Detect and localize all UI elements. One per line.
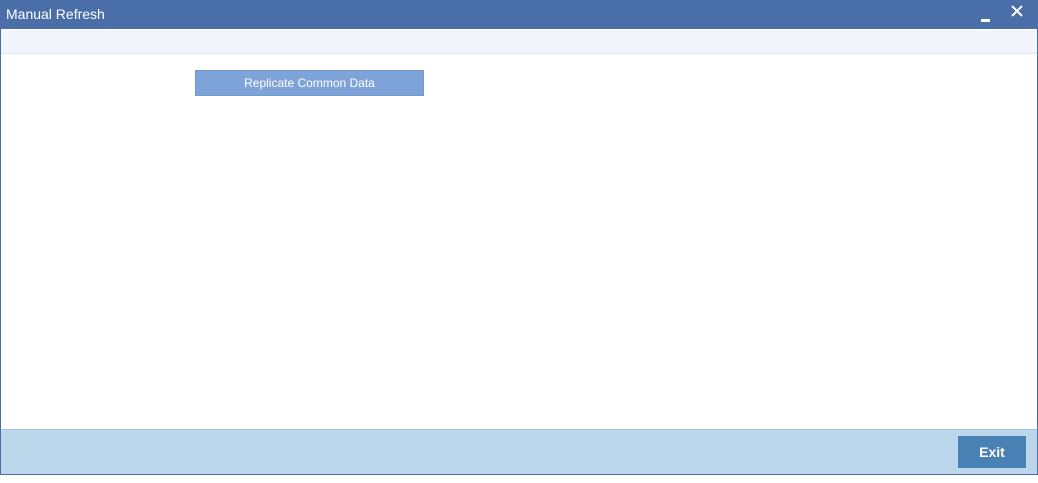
minimize-icon — [981, 19, 990, 22]
close-icon — [1011, 5, 1023, 17]
content-area: Replicate Common Data — [1, 54, 1037, 429]
close-button[interactable] — [1009, 3, 1025, 19]
manual-refresh-window: Manual Refresh Replicate Common Data Exi… — [0, 0, 1038, 475]
title-bar: Manual Refresh — [1, 1, 1037, 29]
toolbar-strip — [1, 30, 1037, 54]
footer-bar: Exit — [1, 429, 1037, 474]
minimize-button[interactable] — [977, 10, 993, 26]
exit-button[interactable]: Exit — [958, 436, 1026, 468]
window-title: Manual Refresh — [6, 6, 105, 22]
replicate-common-data-button[interactable]: Replicate Common Data — [195, 70, 424, 96]
